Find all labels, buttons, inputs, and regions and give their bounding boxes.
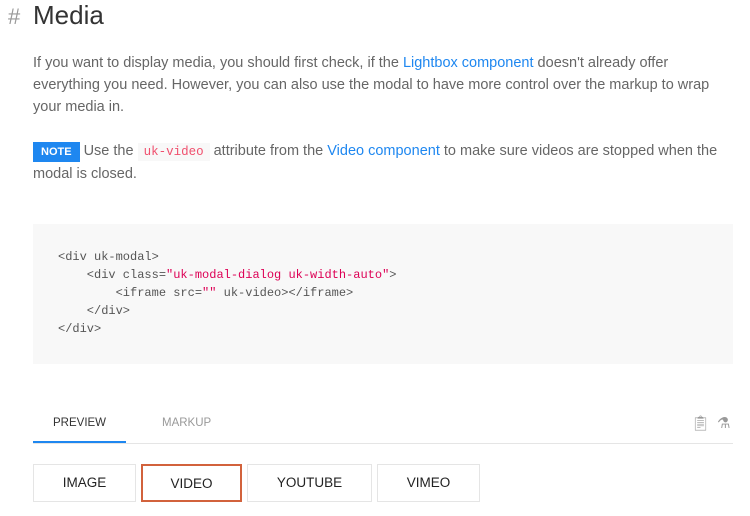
copy-clipboard-icon[interactable]: 📋︎ (691, 414, 710, 432)
image-button[interactable]: IMAGE (33, 464, 136, 502)
code-line: <div uk-modal> (58, 250, 159, 264)
tab-bar: PREVIEW MARKUP 📋︎ ⚗︎ (33, 404, 733, 444)
anchor-hash[interactable]: # (8, 4, 20, 30)
code-line: <div class= (58, 268, 167, 282)
code-line: <iframe src= (58, 286, 203, 300)
code-block: <div uk-modal> <div class="uk-modal-dial… (33, 224, 733, 364)
note-paragraph: NOTE Use the uk-video attribute from the … (33, 140, 723, 185)
youtube-button[interactable]: YOUTUBE (247, 464, 372, 502)
code-line: uk-video></iframe> (216, 286, 354, 300)
page-title: Media (33, 0, 104, 30)
text: attribute from the (209, 143, 328, 159)
text: Use the (83, 143, 138, 159)
tab-markup[interactable]: MARKUP (142, 404, 231, 442)
code-string: "" (202, 286, 217, 300)
vimeo-button[interactable]: VIMEO (377, 464, 480, 502)
flask-icon[interactable]: ⚗︎ (717, 414, 730, 432)
note-badge: NOTE (33, 142, 80, 162)
intro-paragraph: If you want to display media, you should… (33, 52, 723, 118)
code-string: "uk-modal-dialog uk-width-auto" (166, 268, 390, 282)
tab-preview[interactable]: PREVIEW (33, 404, 127, 443)
video-button[interactable]: VIDEO (141, 464, 242, 502)
code-line: > (389, 268, 397, 282)
code-line: </div> (58, 322, 102, 336)
text: If you want to display media, you should… (33, 55, 403, 71)
inline-code: uk-video (137, 143, 210, 161)
video-component-link[interactable]: Video component (327, 143, 440, 159)
lightbox-link[interactable]: Lightbox component (403, 55, 534, 71)
code-line: </div> (58, 304, 131, 318)
